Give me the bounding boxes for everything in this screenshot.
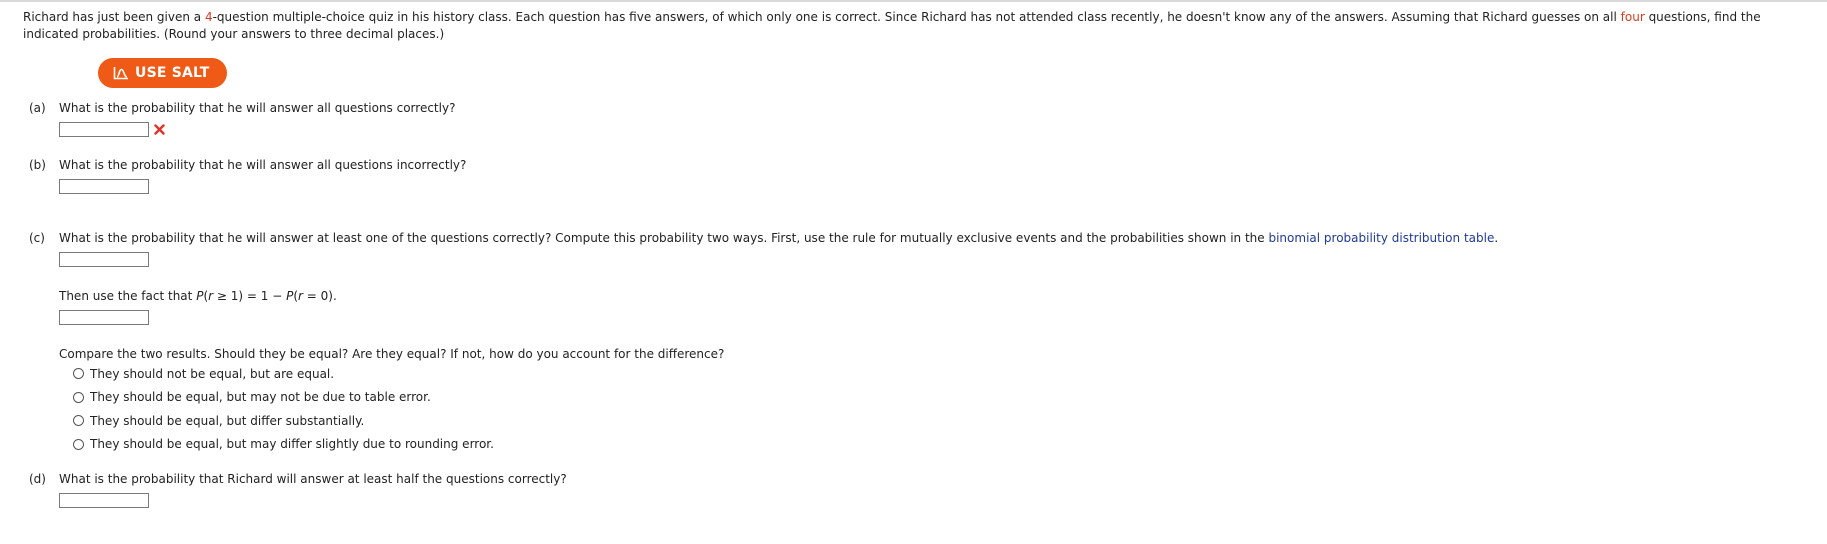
part-b-label: (b) <box>29 158 46 172</box>
compare-option-2[interactable]: They should be equal, but may not be due… <box>73 386 1813 410</box>
compare-option-4[interactable]: They should be equal, but may differ sli… <box>73 433 1813 457</box>
compare-option-label: They should be equal, but may differ sli… <box>90 437 494 452</box>
radio-button[interactable] <box>73 415 84 427</box>
part-c-label: (c) <box>29 231 45 245</box>
part-d-label: (d) <box>29 472 46 486</box>
compare-option-label: They should be equal, but differ substan… <box>90 413 365 428</box>
part-b-answer-input[interactable] <box>59 179 149 194</box>
part-c-question-end: . <box>1494 231 1499 245</box>
part-b-question: What is the probability that he will ans… <box>59 158 467 172</box>
intro-text-middle: -question multiple-choice quiz in his hi… <box>212 10 1621 24</box>
part-d: (d) What is the probability that Richard… <box>23 472 1813 508</box>
binomial-table-link[interactable]: binomial probability distribution table <box>1268 231 1494 245</box>
part-a-label: (a) <box>29 101 46 115</box>
question-container: Richard has just been given a 4-question… <box>23 9 1813 508</box>
radio-button[interactable] <box>73 368 84 380</box>
formula-rest1: ≥ 1) = 1 − <box>213 289 287 303</box>
part-c-answer-input-1[interactable] <box>59 252 149 267</box>
intro-text-start: Richard has just been given a <box>23 10 205 24</box>
part-a: (a) What is the probability that he will… <box>23 101 1813 137</box>
question-intro: Richard has just been given a 4-question… <box>23 9 1813 43</box>
use-salt-label: USE SALT <box>135 65 210 81</box>
radio-button[interactable] <box>73 438 84 450</box>
part-a-question: What is the probability that he will ans… <box>59 101 456 115</box>
part-c-then-text: Then use the fact that P(r ≥ 1) = 1 − P(… <box>59 289 1813 303</box>
part-c-question-text: What is the probability that he will ans… <box>59 231 1269 245</box>
part-a-answer-input[interactable] <box>59 122 149 137</box>
part-c-compare-question: Compare the two results. Should they be … <box>59 347 725 361</box>
part-c-answer-input-2[interactable] <box>59 310 149 325</box>
part-c-question: What is the probability that he will ans… <box>59 231 1813 245</box>
part-b: (b) What is the probability that he will… <box>23 158 1813 194</box>
intro-question-count: 4 <box>204 10 213 24</box>
use-salt-button[interactable]: USE SALT <box>98 58 227 88</box>
compare-option-1[interactable]: They should not be equal, but are equal. <box>73 362 1813 386</box>
compare-option-label: They should be equal, but may not be due… <box>90 390 431 405</box>
intro-count-word: four <box>1620 10 1645 24</box>
part-d-question: What is the probability that Richard wil… <box>59 472 567 486</box>
compare-option-label: They should not be equal, but are equal. <box>90 366 335 381</box>
formula-rest2: = 0). <box>302 289 337 303</box>
close-icon <box>153 123 166 136</box>
then-text: Then use the fact that <box>59 289 197 303</box>
top-divider <box>0 0 1827 2</box>
part-c: (c) What is the probability that he will… <box>23 231 1813 456</box>
chart-line-icon <box>113 66 129 80</box>
radio-button[interactable] <box>73 391 84 403</box>
part-d-answer-input[interactable] <box>59 493 149 508</box>
compare-option-3[interactable]: They should be equal, but differ substan… <box>73 409 1813 433</box>
compare-options: They should not be equal, but are equal.… <box>59 362 1813 456</box>
